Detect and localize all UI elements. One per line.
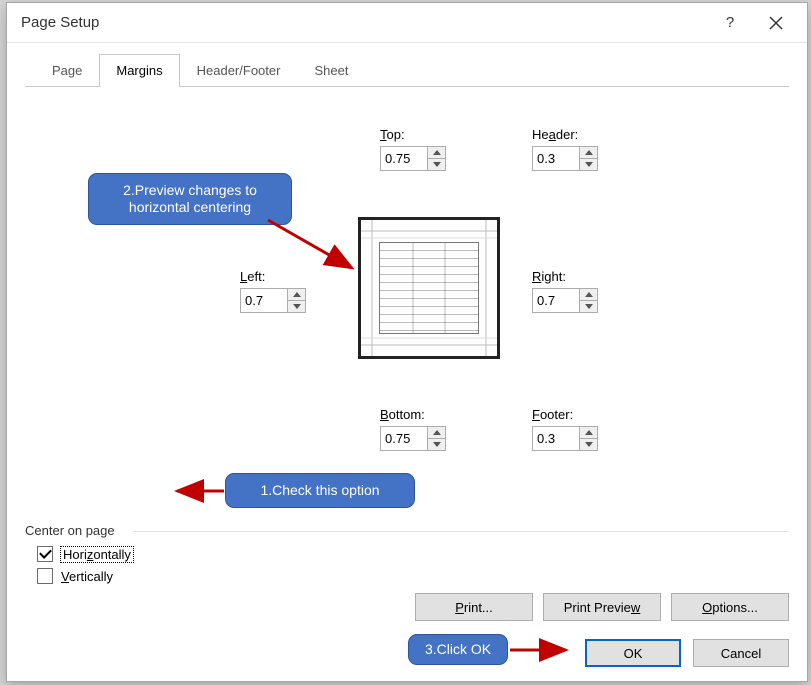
bottom-spinner[interactable] — [380, 426, 446, 451]
tab-sheet[interactable]: Sheet — [297, 54, 365, 87]
bottom-input[interactable] — [381, 427, 427, 450]
right-spinner[interactable] — [532, 288, 598, 313]
tab-margins[interactable]: Margins — [99, 54, 179, 87]
top-input[interactable] — [381, 147, 427, 170]
left-input[interactable] — [241, 289, 287, 312]
left-spin-up[interactable] — [288, 289, 305, 301]
help-button[interactable]: ? — [707, 8, 753, 38]
tab-header-footer[interactable]: Header/Footer — [180, 54, 298, 87]
titlebar: Page Setup ? — [7, 3, 807, 43]
page-setup-dialog: Page Setup ? Page Margins Header/Footer … — [6, 2, 808, 682]
primary-button-row: OK Cancel — [585, 639, 789, 667]
ok-button[interactable]: OK — [585, 639, 681, 667]
right-spin-down[interactable] — [580, 301, 597, 312]
dialog-title: Page Setup — [21, 14, 707, 31]
header-spin-up[interactable] — [580, 147, 597, 159]
top-spinner[interactable] — [380, 146, 446, 171]
bottom-spin-up[interactable] — [428, 427, 445, 439]
horizontally-checkbox[interactable]: Horizontally Horizontally — [37, 546, 789, 562]
footer-spin-down[interactable] — [580, 439, 597, 450]
tab-header-footer-label: Header/Footer — [197, 63, 281, 78]
vertically-label: Vertically — [61, 569, 113, 584]
header-spin-down[interactable] — [580, 159, 597, 170]
right-label: Right: — [532, 269, 566, 284]
checkbox-box-icon — [37, 568, 53, 584]
footer-label: Footer: — [532, 407, 573, 422]
bottom-label: Bottom: — [380, 407, 425, 422]
footer-spinner[interactable] — [532, 426, 598, 451]
header-spinner[interactable] — [532, 146, 598, 171]
top-label: TTop:op: — [380, 127, 405, 142]
close-button[interactable] — [753, 8, 799, 38]
header-input[interactable] — [533, 147, 579, 170]
right-spin-up[interactable] — [580, 289, 597, 301]
bottom-spin-down[interactable] — [428, 439, 445, 450]
annotation-step3: 3.Click OK — [408, 634, 508, 665]
center-on-page-group: Center on page Horizontally Horizontally… — [25, 523, 789, 584]
footer-spin-up[interactable] — [580, 427, 597, 439]
tab-sheet-label: Sheet — [314, 63, 348, 78]
print-preview-button[interactable]: Print PreviewPrint Preview — [543, 593, 661, 621]
center-on-page-legend: Center on page — [25, 523, 789, 538]
header-label: Header: — [532, 127, 578, 142]
tab-page[interactable]: Page — [35, 54, 99, 87]
secondary-button-row: Print...Print... Print PreviewPrint Prev… — [415, 593, 789, 621]
footer-input[interactable] — [533, 427, 579, 450]
margins-preview — [358, 217, 500, 359]
preview-grid-icon — [379, 242, 479, 334]
top-spin-up[interactable] — [428, 147, 445, 159]
left-label: Left: — [240, 269, 265, 284]
tabstrip: Page Margins Header/Footer Sheet — [25, 53, 789, 87]
top-spin-down[interactable] — [428, 159, 445, 170]
horizontally-label: Horizontally — [61, 547, 133, 562]
tab-margins-label: Margins — [116, 63, 162, 78]
left-spinner[interactable] — [240, 288, 306, 313]
annotation-step2: 2.Preview changes to horizontal centerin… — [88, 173, 292, 225]
tab-page-label: Page — [52, 63, 82, 78]
vertically-checkbox[interactable]: Vertically Vertically — [37, 568, 789, 584]
cancel-button-label: Cancel — [721, 646, 761, 661]
options-button[interactable]: Options...Options... — [671, 593, 789, 621]
cancel-button[interactable]: Cancel — [693, 639, 789, 667]
ok-button-label: OK — [624, 646, 643, 661]
right-input[interactable] — [533, 289, 579, 312]
checkbox-box-icon — [37, 546, 53, 562]
left-spin-down[interactable] — [288, 301, 305, 312]
print-button[interactable]: Print...Print... — [415, 593, 533, 621]
annotation-step1: 1.Check this option — [225, 473, 415, 508]
